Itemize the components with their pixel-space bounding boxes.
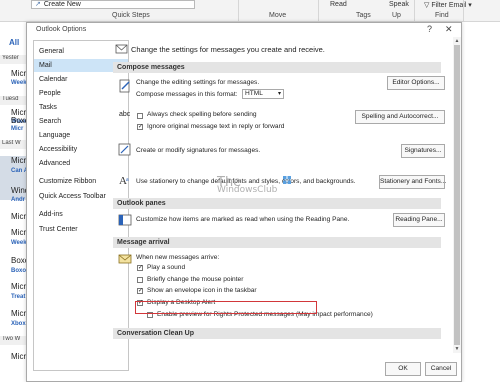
- up-label: Up: [392, 12, 401, 19]
- signatures-text: Create or modify signatures for messages…: [136, 147, 261, 154]
- signatures-button[interactable]: Signatures...: [401, 144, 445, 158]
- filter-all-tab[interactable]: All: [9, 38, 19, 47]
- message-subject[interactable]: Week: [11, 80, 27, 86]
- section-compose-messages: Compose messages: [113, 62, 441, 73]
- windows-logo-icon: [283, 176, 291, 184]
- find-group-label: Find: [435, 12, 449, 19]
- mail-header: Change the settings for messages you cre…: [113, 42, 433, 56]
- cancel-button[interactable]: Cancel: [425, 362, 457, 376]
- message-subject[interactable]: Week: [11, 240, 27, 246]
- move-group-label: Move: [269, 12, 287, 19]
- outlook-options-dialog: Outlook Options ? ✕ General Mail Calenda…: [26, 22, 462, 382]
- message-subject[interactable]: Xbox: [11, 321, 26, 327]
- envelope-icon: [118, 254, 132, 264]
- new-messages-label: When new messages arrive:: [136, 254, 220, 261]
- envelope-taskbar-checkbox[interactable]: ✓: [137, 288, 143, 294]
- reading-pane-icon: [118, 214, 132, 226]
- quick-steps-group-label: Quick Steps: [112, 12, 150, 19]
- message-sender[interactable]: Micr: [11, 228, 26, 237]
- compose-format-label: Compose messages in this format:: [136, 91, 238, 98]
- editor-options-button[interactable]: Editor Options...: [387, 76, 445, 90]
- pencil-document-icon: [119, 79, 130, 93]
- help-button[interactable]: ?: [427, 24, 432, 34]
- message-sender[interactable]: Micr: [11, 352, 26, 361]
- ribbon-divider: [318, 0, 319, 21]
- editing-settings-text: Change the editing settings for messages…: [136, 79, 260, 86]
- message-sender[interactable]: Micr: [11, 212, 26, 221]
- create-new-quick-step[interactable]: ↗ Create New: [31, 0, 195, 9]
- dialog-title: Outlook Options: [36, 26, 87, 33]
- mail-header-text: Change the settings for messages you cre…: [131, 45, 325, 54]
- read-button[interactable]: Read: [330, 1, 347, 8]
- svg-text:a: a: [126, 177, 129, 183]
- play-sound-checkbox[interactable]: ✓: [137, 265, 143, 271]
- close-button[interactable]: ✕: [445, 24, 453, 35]
- section-conversation-cleanup: Conversation Clean Up: [113, 328, 441, 339]
- stationery-icon: A a: [119, 175, 129, 187]
- ignore-original-checkbox[interactable]: ✓: [137, 124, 143, 130]
- message-subject[interactable]: Treat: [11, 294, 25, 300]
- change-mouse-pointer-label: Briefly change the mouse pointer: [147, 276, 244, 283]
- chevron-down-icon: ▾: [466, 2, 472, 9]
- envelope-edit-icon: [115, 44, 128, 54]
- scroll-down-icon[interactable]: ▼: [453, 345, 461, 353]
- message-sender[interactable]: Micr: [11, 282, 26, 291]
- signature-icon: [118, 143, 131, 156]
- taskbar-envelope-highlight-box: [135, 301, 317, 314]
- message-sender[interactable]: Micr: [11, 156, 26, 165]
- section-outlook-panes: Outlook panes: [113, 198, 441, 209]
- message-sender[interactable]: Micr: [11, 69, 26, 78]
- chevron-down-icon: ▾: [277, 91, 281, 97]
- outlook-ribbon: ↗ Create New Quick Steps Move Read Tags S…: [0, 0, 500, 22]
- message-subject[interactable]: Micr: [11, 126, 23, 132]
- message-subject[interactable]: Andr: [11, 197, 25, 203]
- message-subject[interactable]: Boxo: [11, 268, 26, 274]
- scroll-up-icon[interactable]: ▲: [453, 37, 461, 45]
- options-scrollbar[interactable]: ▲ ▼: [453, 37, 461, 353]
- tags-group-label: Tags: [356, 12, 371, 19]
- ribbon-divider: [463, 0, 464, 21]
- abc-spelling-icon: abc: [119, 111, 131, 118]
- ignore-original-label: Ignore original message text in reply or…: [147, 123, 285, 130]
- scrollbar-thumb[interactable]: [454, 45, 460, 345]
- compose-format-value: HTML: [245, 90, 263, 97]
- always-check-spelling-label: Always check spelling before sending: [147, 111, 257, 118]
- ribbon-divider: [414, 0, 415, 21]
- stationery-text: Use stationery to change default fonts a…: [136, 178, 356, 185]
- reading-pane-button[interactable]: Reading Pane...: [393, 213, 445, 227]
- filter-email-button[interactable]: ▽ Filter Email ▾: [424, 1, 472, 9]
- play-sound-label: Play a sound: [147, 264, 186, 271]
- section-message-arrival: Message arrival: [113, 237, 441, 248]
- always-check-spelling-checkbox[interactable]: [137, 113, 143, 119]
- speak-button[interactable]: Speak: [389, 1, 409, 8]
- message-sender[interactable]: Micr: [11, 309, 26, 318]
- spelling-autocorrect-button[interactable]: Spelling and Autocorrect...: [355, 110, 445, 124]
- change-mouse-pointer-checkbox[interactable]: [137, 277, 143, 283]
- arrow-right-icon: ↗: [35, 1, 41, 8]
- envelope-taskbar-label: Show an envelope icon in the taskbar: [147, 287, 257, 294]
- compose-format-select[interactable]: HTML ▾: [242, 89, 284, 99]
- stationery-fonts-button[interactable]: Stationery and Fonts...: [379, 175, 446, 189]
- ok-button[interactable]: OK: [385, 362, 421, 376]
- watermark-text: WindowsClub: [217, 185, 278, 195]
- ribbon-divider: [238, 0, 239, 21]
- reading-pane-text: Customize how items are marked as read w…: [136, 216, 350, 223]
